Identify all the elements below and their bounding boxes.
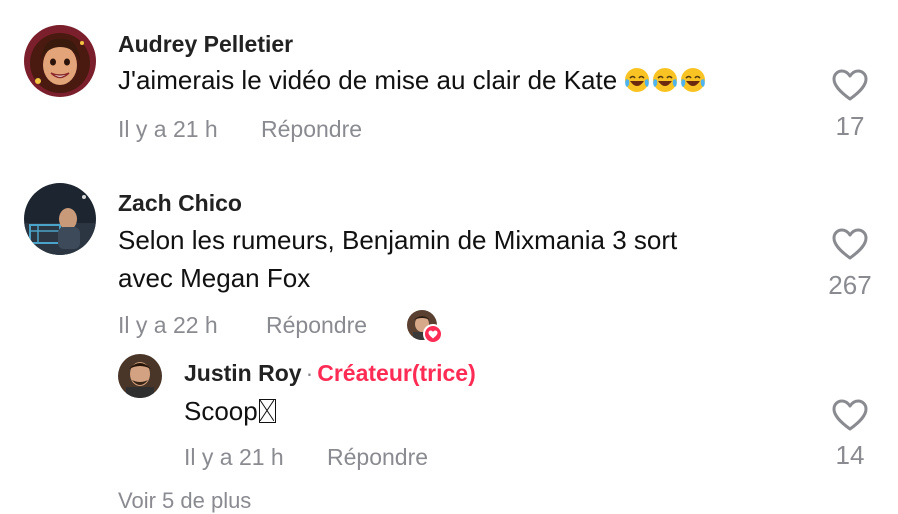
reply-text: Scoop bbox=[184, 392, 276, 430]
heart-outline-icon bbox=[832, 69, 868, 101]
comment-text: J'aimerais le vidéo de mise au clair de … bbox=[118, 61, 708, 99]
face-with-tears-of-joy-icon bbox=[681, 68, 706, 92]
comment-author[interactable]: Zach Chico bbox=[118, 190, 242, 217]
like-count: 267 bbox=[828, 270, 872, 300]
avatar[interactable] bbox=[118, 354, 162, 398]
creator-liked-badge bbox=[407, 310, 443, 344]
like-button[interactable] bbox=[831, 398, 871, 432]
comment-timestamp: Il y a 22 h bbox=[118, 312, 218, 338]
comment-timestamp: Il y a 21 h bbox=[118, 116, 218, 142]
reply-button[interactable]: Répondre bbox=[261, 116, 362, 143]
emoji-group bbox=[624, 65, 708, 95]
reply-timestamp: Il y a 21 h bbox=[184, 444, 284, 470]
separator: · bbox=[305, 360, 314, 386]
comment-text-content: J'aimerais le vidéo de mise au clair de … bbox=[118, 65, 618, 95]
comment-text-line: avec Megan Fox bbox=[118, 263, 311, 293]
comment-author[interactable]: Audrey Pelletier bbox=[118, 31, 293, 58]
missing-glyph-icon bbox=[258, 399, 276, 423]
heart-outline-icon bbox=[832, 399, 868, 431]
view-more-replies-link[interactable]: Voir 5 de plus bbox=[118, 488, 251, 514]
heart-filled-icon bbox=[423, 324, 443, 344]
avatar[interactable] bbox=[24, 183, 96, 255]
avatar[interactable] bbox=[24, 25, 96, 97]
comment-text-line: Selon les rumeurs, Benjamin de Mixmania … bbox=[118, 225, 678, 255]
reply-author-line: Justin Roy · Créateur(trice) bbox=[184, 360, 476, 387]
like-count: 14 bbox=[835, 440, 865, 470]
like-button[interactable] bbox=[831, 227, 871, 261]
reply-button[interactable]: Répondre bbox=[266, 312, 367, 339]
creator-badge: Créateur(trice) bbox=[317, 360, 476, 386]
face-with-tears-of-joy-icon bbox=[653, 68, 678, 92]
face-with-tears-of-joy-icon bbox=[625, 68, 650, 92]
reply-button[interactable]: Répondre bbox=[327, 444, 428, 471]
like-button[interactable] bbox=[831, 68, 871, 102]
like-count: 17 bbox=[835, 111, 865, 141]
heart-outline-icon bbox=[832, 228, 868, 260]
reply-text-content: Scoop bbox=[184, 396, 258, 426]
reply-author[interactable]: Justin Roy bbox=[184, 360, 302, 386]
